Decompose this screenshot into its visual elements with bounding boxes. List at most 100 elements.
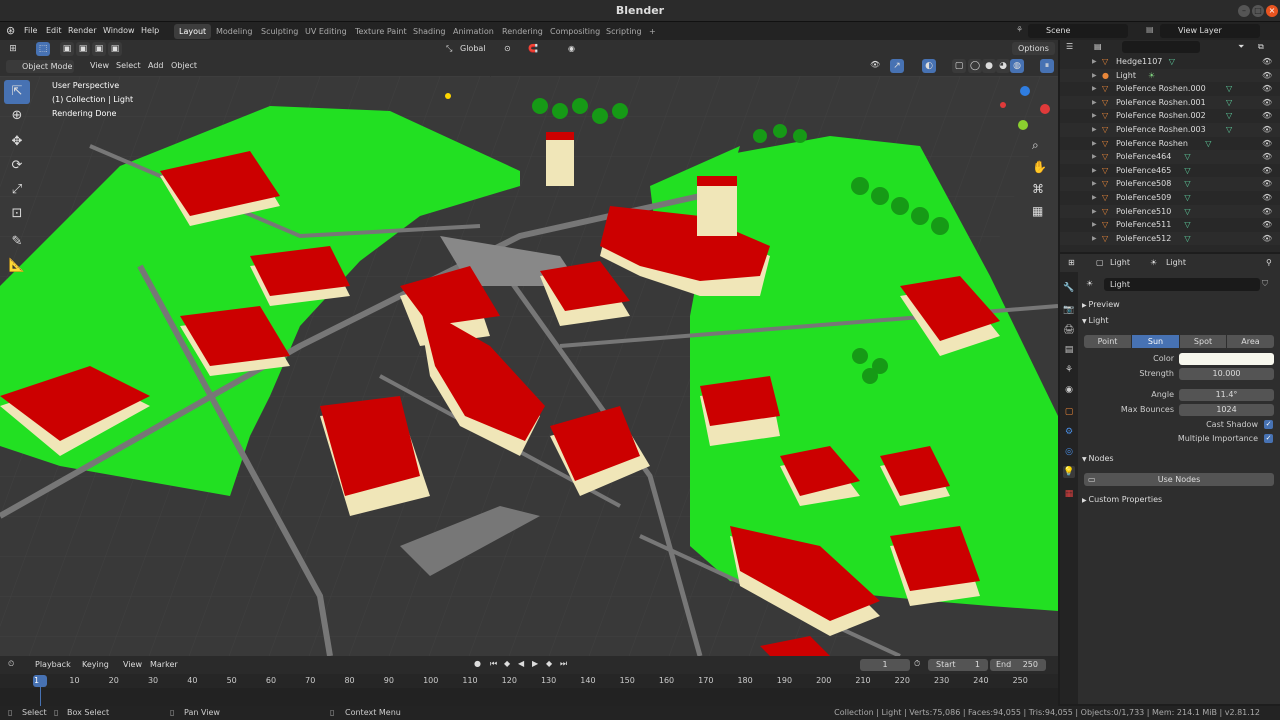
next-keyframe-icon[interactable]: ◆ bbox=[546, 659, 552, 668]
expand-arrow-icon[interactable]: ▶ bbox=[1092, 69, 1097, 83]
minimize-button[interactable]: – bbox=[1238, 5, 1250, 17]
texture-tab-icon[interactable]: ▦ bbox=[1063, 488, 1075, 500]
cursor-tool-icon[interactable]: ⊕ bbox=[4, 104, 30, 128]
view-layer-tab-icon[interactable]: ▤ bbox=[1063, 344, 1075, 356]
tab-uv-editing[interactable]: UV Editing bbox=[300, 24, 352, 39]
prev-keyframe-icon[interactable]: ◆ bbox=[504, 659, 510, 668]
outliner-search-input[interactable] bbox=[1122, 41, 1200, 53]
annotate-tool-icon[interactable]: ✎ bbox=[4, 230, 30, 254]
color-swatch[interactable] bbox=[1179, 353, 1274, 365]
visibility-eye-icon[interactable]: 👁 bbox=[1262, 191, 1272, 205]
camera-view-icon[interactable]: ⌘ bbox=[1032, 182, 1044, 196]
fake-user-icon[interactable]: ⛉ bbox=[1262, 279, 1268, 289]
visibility-icon[interactable]: 👁 bbox=[870, 60, 880, 69]
outliner-row[interactable]: ▶ ▽ PoleFence465 ▽ 👁 bbox=[1060, 164, 1280, 178]
z-axis-icon[interactable] bbox=[1020, 86, 1030, 96]
pivot-icon[interactable]: ⊙ bbox=[504, 44, 511, 53]
light-data-name-field[interactable]: Light bbox=[1104, 278, 1260, 291]
tab-animation[interactable]: Animation bbox=[448, 24, 499, 39]
expand-arrow-icon[interactable]: ▶ bbox=[1092, 205, 1097, 219]
view-layer-icon[interactable]: ▤ bbox=[1146, 25, 1154, 34]
record-icon[interactable]: ● bbox=[474, 659, 481, 668]
x-axis-icon[interactable] bbox=[1040, 104, 1050, 114]
expand-arrow-icon[interactable]: ▶ bbox=[1092, 232, 1097, 246]
pause-render-icon[interactable]: ⏸ bbox=[1040, 59, 1054, 73]
navigation-gizmo[interactable] bbox=[1000, 84, 1050, 134]
play-reverse-icon[interactable]: ◀ bbox=[518, 659, 524, 668]
expand-arrow-icon[interactable]: ▶ bbox=[1092, 109, 1097, 123]
expand-arrow-icon[interactable]: ▶ bbox=[1092, 150, 1097, 164]
start-frame-field[interactable]: Start 1 bbox=[928, 659, 988, 671]
tool-tab-icon[interactable]: 🔧 bbox=[1063, 282, 1075, 294]
shading-material-icon[interactable]: ◕ bbox=[996, 59, 1010, 73]
editor-type-icon[interactable]: ⊞ bbox=[6, 42, 20, 56]
type-sun-button[interactable]: Sun bbox=[1132, 335, 1179, 348]
menu-timeline-view[interactable]: View bbox=[123, 660, 142, 669]
close-button[interactable]: × bbox=[1266, 5, 1278, 17]
menu-object[interactable]: Object bbox=[171, 61, 197, 70]
zoom-icon[interactable]: ⌕ bbox=[1032, 138, 1039, 153]
outliner-item-name[interactable]: PoleFence464 bbox=[1116, 150, 1171, 164]
properties-type-icon[interactable]: ⊞ bbox=[1068, 258, 1075, 267]
visibility-eye-icon[interactable]: 👁 bbox=[1262, 123, 1272, 137]
type-spot-button[interactable]: Spot bbox=[1180, 335, 1226, 348]
outliner-item-name[interactable]: PoleFence511 bbox=[1116, 218, 1171, 232]
xray-toggle-icon[interactable]: ▢ bbox=[952, 59, 966, 73]
select-mode-intersect-icon[interactable]: ▣ bbox=[108, 42, 122, 56]
timeline-track-area[interactable] bbox=[0, 688, 1058, 706]
visibility-eye-icon[interactable]: 👁 bbox=[1262, 218, 1272, 232]
options-dropdown[interactable]: Options bbox=[1012, 42, 1055, 55]
expand-arrow-icon[interactable]: ▶ bbox=[1092, 137, 1097, 151]
menu-add[interactable]: Add bbox=[148, 61, 164, 70]
outliner-item-name[interactable]: Light bbox=[1116, 69, 1136, 83]
outliner-item-name[interactable]: PoleFence Roshen.000 bbox=[1116, 82, 1206, 96]
expand-arrow-icon[interactable]: ▶ bbox=[1092, 96, 1097, 110]
menu-edit[interactable]: Edit bbox=[46, 22, 62, 40]
display-mode-icon[interactable]: ▤ bbox=[1094, 42, 1102, 51]
strength-field[interactable]: 10.000 bbox=[1179, 368, 1274, 380]
outliner-row[interactable]: ▶ ● Light ☀ 👁 bbox=[1060, 68, 1280, 83]
menu-select[interactable]: Select bbox=[116, 61, 141, 70]
outliner-item-name[interactable]: PoleFence512 bbox=[1116, 232, 1171, 246]
visibility-eye-icon[interactable]: 👁 bbox=[1262, 82, 1272, 96]
multiple-importance-checkbox[interactable]: ✓ bbox=[1264, 434, 1273, 443]
expand-arrow-icon[interactable]: ▶ bbox=[1092, 123, 1097, 137]
expand-arrow-icon[interactable]: ▶ bbox=[1092, 191, 1097, 205]
filter-icon[interactable]: ⏷ bbox=[1238, 42, 1244, 52]
ortho-grid-icon[interactable]: ▦ bbox=[1032, 204, 1043, 218]
visibility-eye-icon[interactable]: 👁 bbox=[1262, 232, 1272, 246]
tab-shading[interactable]: Shading bbox=[408, 24, 451, 39]
visibility-eye-icon[interactable]: 👁 bbox=[1262, 55, 1272, 69]
visibility-eye-icon[interactable]: 👁 bbox=[1262, 177, 1272, 191]
use-nodes-button[interactable]: ▭ Use Nodes bbox=[1084, 473, 1274, 486]
new-collection-icon[interactable]: ⧉ bbox=[1258, 42, 1264, 52]
outliner-row[interactable]: ▶ ▽ PoleFence509 ▽ 👁 bbox=[1060, 191, 1280, 205]
neg-x-axis-icon[interactable] bbox=[1000, 102, 1006, 108]
visibility-eye-icon[interactable]: 👁 bbox=[1262, 137, 1272, 151]
visibility-eye-icon[interactable]: 👁 bbox=[1262, 109, 1272, 123]
scene-selector[interactable]: Scene bbox=[1028, 24, 1128, 38]
tab-modeling[interactable]: Modeling bbox=[211, 24, 257, 39]
move-tool-icon[interactable]: ✥ bbox=[4, 130, 30, 154]
visibility-eye-icon[interactable]: 👁 bbox=[1262, 69, 1272, 83]
expand-arrow-icon[interactable]: ▶ bbox=[1092, 82, 1097, 96]
outliner-item-name[interactable]: Hedge1107 bbox=[1116, 55, 1162, 69]
world-tab-icon[interactable]: ◉ bbox=[1063, 384, 1075, 396]
snap-icon[interactable]: 🧲 bbox=[528, 44, 538, 53]
outliner-row[interactable]: ▶ ▽ PoleFence508 ▽ 👁 bbox=[1060, 177, 1280, 191]
outliner-row[interactable]: ▶ ▽ PoleFence Roshen.000 ▽ 👁 bbox=[1060, 82, 1280, 96]
outliner-item-name[interactable]: PoleFence Roshen.001 bbox=[1116, 96, 1206, 110]
mode-selector[interactable]: Object Mode bbox=[6, 60, 74, 73]
shading-rendered-icon[interactable]: ◍ bbox=[1010, 59, 1024, 73]
expand-arrow-icon[interactable]: ▶ bbox=[1092, 164, 1097, 178]
output-tab-icon[interactable]: 🖨 bbox=[1063, 324, 1075, 336]
outliner-item-name[interactable]: PoleFence508 bbox=[1116, 177, 1171, 191]
select-mode-new-icon[interactable]: ▣ bbox=[60, 42, 74, 56]
visibility-eye-icon[interactable]: 👁 bbox=[1262, 96, 1272, 110]
outliner-row[interactable]: ▶ ▽ PoleFence464 ▽ 👁 bbox=[1060, 150, 1280, 164]
tab-compositing[interactable]: Compositing bbox=[545, 24, 605, 39]
scale-tool-icon[interactable]: ⤢ bbox=[4, 178, 30, 202]
nodes-panel-header[interactable]: ▼ Nodes bbox=[1082, 452, 1114, 466]
tab-sculpting[interactable]: Sculpting bbox=[256, 24, 303, 39]
object-tab-icon[interactable]: ▢ bbox=[1063, 406, 1075, 418]
